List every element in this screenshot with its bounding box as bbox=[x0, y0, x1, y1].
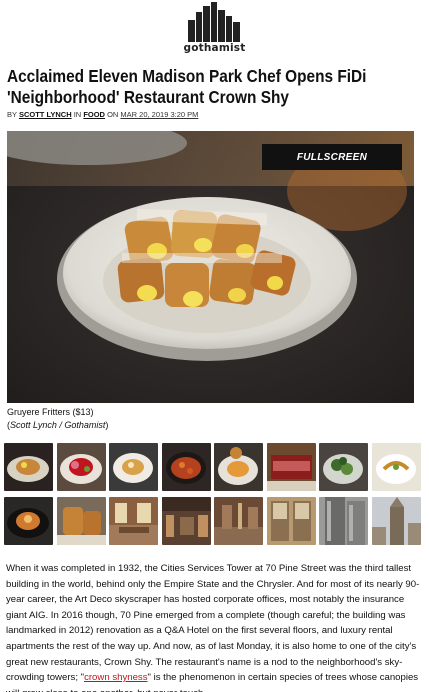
caption-credit: (Scott Lynch / Gothamist) bbox=[7, 420, 109, 430]
gallery-thumbnail[interactable] bbox=[214, 497, 263, 545]
gallery-thumbnail[interactable] bbox=[4, 497, 53, 545]
article-title: Acclaimed Eleven Madison Park Chef Opens… bbox=[7, 66, 367, 107]
gallery-thumbnail[interactable] bbox=[267, 497, 316, 545]
article-body: When it was completed in 1932, the Citie… bbox=[6, 561, 420, 692]
gallery-thumbnail[interactable] bbox=[319, 497, 368, 545]
byline-by: BY bbox=[7, 110, 17, 119]
gallery-thumbnail[interactable] bbox=[372, 443, 421, 491]
gallery-thumbnail[interactable] bbox=[162, 497, 211, 545]
hero-photo bbox=[7, 131, 414, 403]
skyline-icon bbox=[188, 2, 240, 42]
publish-date: MAR 20, 2019 3:20 PM bbox=[120, 110, 199, 119]
gallery-thumbnail[interactable] bbox=[162, 443, 211, 491]
gallery-thumbnail[interactable] bbox=[4, 443, 53, 491]
gallery-thumbnail[interactable] bbox=[319, 443, 368, 491]
logo-text: gothamist bbox=[183, 42, 246, 54]
photo-caption: Gruyere Fritters ($13) (Scott Lynch / Go… bbox=[7, 406, 108, 432]
caption-text: Gruyere Fritters ($13) bbox=[7, 407, 94, 417]
byline-on: ON bbox=[107, 110, 119, 119]
gallery-thumbnail[interactable] bbox=[109, 497, 158, 545]
gallery-thumbnail[interactable] bbox=[109, 443, 158, 491]
author-link[interactable]: SCOTT LYNCH bbox=[19, 110, 72, 119]
photo-credit: Scott Lynch / Gothamist bbox=[10, 420, 106, 430]
gallery-thumbnail[interactable] bbox=[372, 497, 421, 545]
crown-shyness-link[interactable]: crown shyness bbox=[84, 672, 147, 683]
gallery-thumbnail[interactable] bbox=[57, 497, 106, 545]
gallery-thumbnail[interactable] bbox=[214, 443, 263, 491]
masthead: gothamist bbox=[0, 0, 429, 60]
gallery-thumbnail[interactable] bbox=[57, 443, 106, 491]
hero-image[interactable] bbox=[7, 131, 414, 403]
body-text-before-link: When it was completed in 1932, the Citie… bbox=[6, 563, 420, 684]
section-link[interactable]: FOOD bbox=[83, 110, 105, 119]
byline: BY SCOTT LYNCH IN FOOD ON MAR 20, 2019 3… bbox=[7, 110, 198, 119]
gallery-thumbnail[interactable] bbox=[267, 443, 316, 491]
byline-in: IN bbox=[73, 110, 82, 119]
fullscreen-button[interactable]: FULLSCREEN bbox=[262, 144, 402, 170]
